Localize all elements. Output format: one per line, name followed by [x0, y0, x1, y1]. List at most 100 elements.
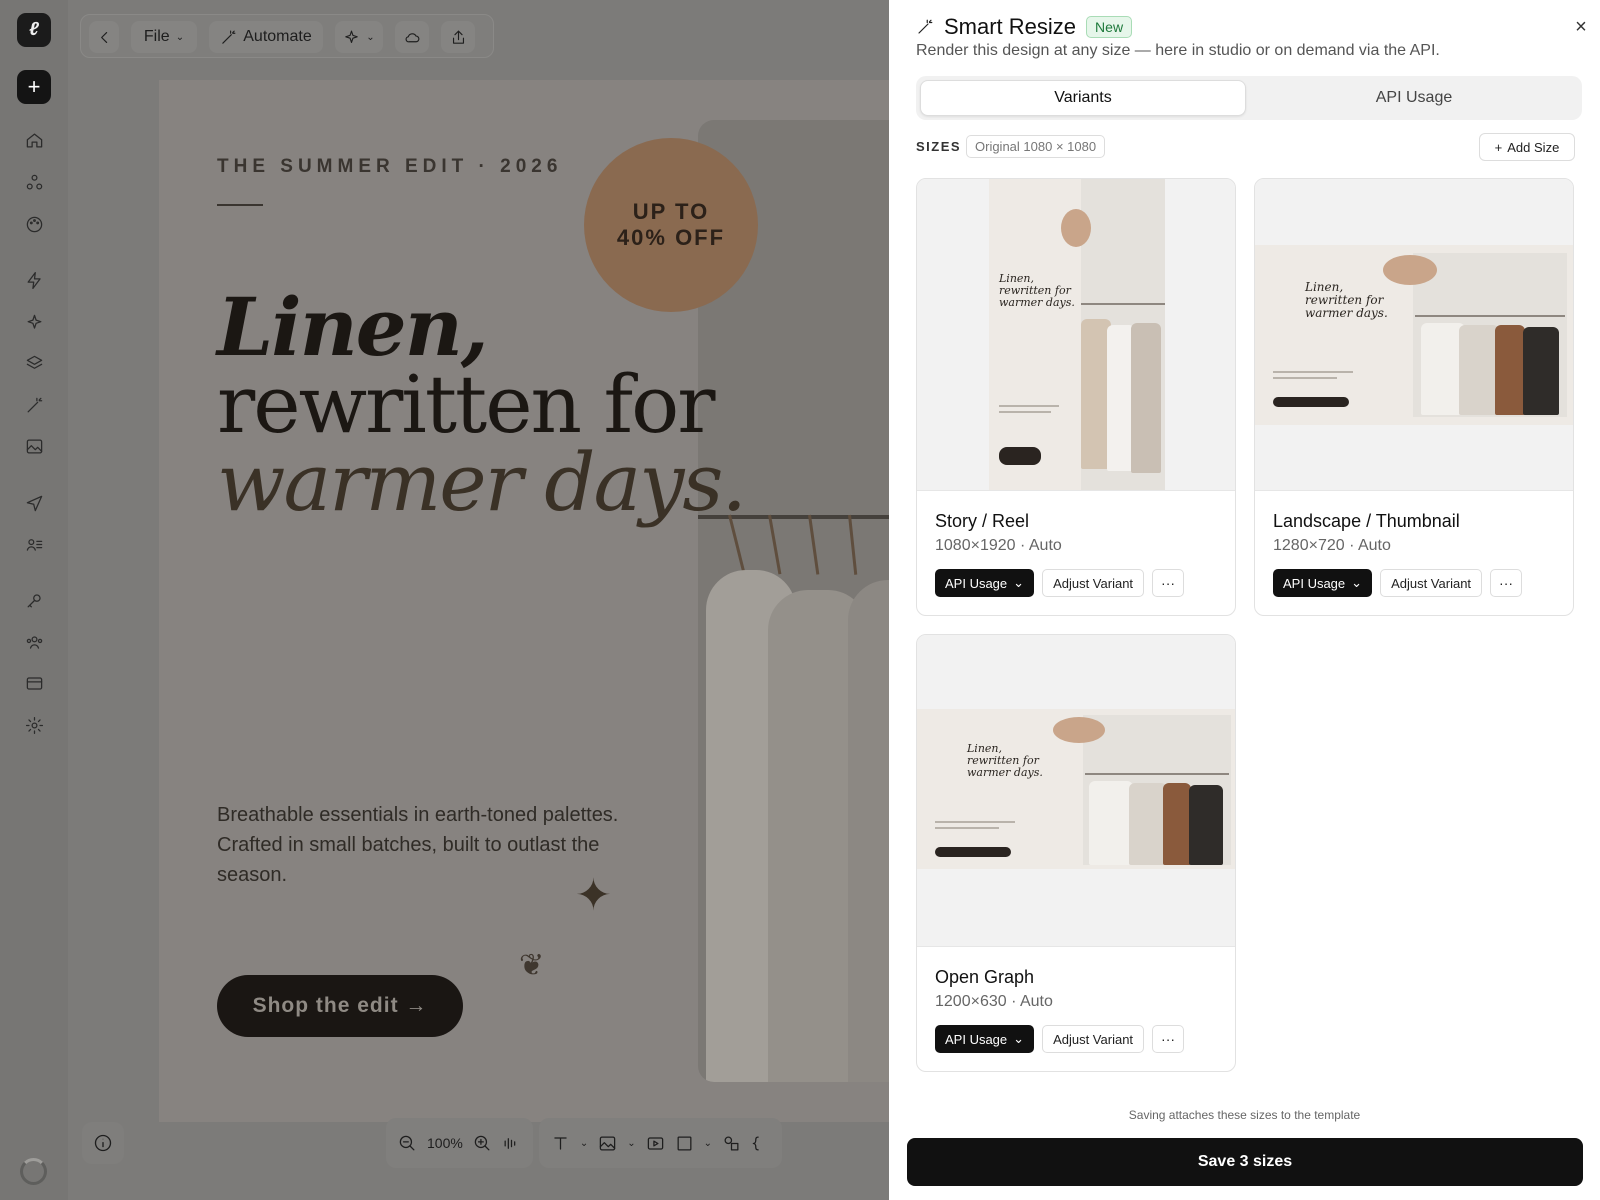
variant-actions: API Usage ⌄ Adjust Variant ··· — [935, 569, 1185, 597]
zoom-in-icon[interactable] — [473, 1134, 492, 1153]
sparkle-icon[interactable] — [22, 310, 46, 334]
preview-garment — [1495, 325, 1525, 415]
palette-icon[interactable] — [22, 212, 46, 236]
insert-tools: ⌄ ⌄ ⌄ — [538, 1118, 782, 1168]
variant-name: Open Graph — [935, 967, 1035, 987]
design-kicker: THE SUMMER EDIT · 2026 — [217, 156, 563, 177]
adjust-variant-button[interactable]: Adjust Variant — [1380, 569, 1483, 597]
add-size-button[interactable]: + Add Size — [1479, 133, 1575, 161]
variant-card-story[interactable]: Linen, rewritten for warmer days. Story / … — [916, 178, 1236, 616]
file-menu-button[interactable]: File ⌄ — [131, 21, 197, 53]
sparkle-decoration-icon: ✦ — [575, 871, 612, 920]
chevron-down-icon[interactable]: ⌄ — [580, 1138, 588, 1149]
api-usage-dropdown[interactable]: API Usage ⌄ — [1273, 569, 1373, 597]
cloud-sync-button[interactable] — [395, 21, 429, 53]
tab-variants[interactable]: Variants — [920, 80, 1246, 116]
home-icon[interactable] — [22, 128, 46, 152]
layers-icon[interactable] — [22, 351, 46, 375]
automate-label: Automate — [243, 28, 312, 45]
api-usage-dropdown[interactable]: API Usage ⌄ — [935, 569, 1035, 597]
save-sizes-button[interactable]: Save 3 sizes — [907, 1138, 1583, 1186]
info-icon — [94, 1134, 112, 1152]
variant-name: Landscape / Thumbnail — [1273, 511, 1460, 531]
more-options-button[interactable]: ··· — [1490, 569, 1523, 597]
settings-icon[interactable] — [22, 713, 46, 737]
loading-spinner-icon — [20, 1158, 47, 1185]
automate-button[interactable]: Automate — [209, 21, 323, 53]
shapes-tool-icon[interactable] — [722, 1134, 741, 1153]
preview-rod — [1415, 315, 1565, 317]
preview-garment — [1459, 325, 1499, 415]
variant-actions: API Usage ⌄ Adjust Variant ··· — [1273, 569, 1523, 597]
zoom-out-icon[interactable] — [398, 1134, 417, 1153]
chevron-down-icon[interactable]: ⌄ — [704, 1138, 712, 1149]
zoom-level[interactable]: 100% — [427, 1135, 463, 1151]
view-tabs: Variants API Usage — [916, 76, 1582, 120]
more-options-button[interactable]: ··· — [1152, 1025, 1185, 1053]
audio-icon[interactable] — [502, 1134, 521, 1153]
headline-line2: rewritten for — [217, 358, 715, 451]
design-body-copy: Breathable essentials in earth-toned pal… — [217, 804, 619, 886]
zoom-controls: 100% — [386, 1118, 533, 1168]
magic-wand-icon[interactable] — [22, 393, 46, 417]
design-canvas[interactable]: THE SUMMER EDIT · 2026 UP TO 40% OFF Lin… — [159, 80, 899, 1122]
preview-garment — [1131, 323, 1161, 473]
image-icon[interactable] — [22, 434, 46, 458]
api-usage-label: API Usage — [1283, 575, 1346, 591]
adjust-variant-button[interactable]: Adjust Variant — [1042, 569, 1145, 597]
send-icon[interactable] — [22, 491, 46, 515]
api-usage-label: API Usage — [945, 1031, 1008, 1047]
key-icon[interactable] — [22, 588, 46, 612]
share-button[interactable] — [441, 21, 475, 53]
components-icon[interactable] — [22, 170, 46, 194]
landscape-preview: Linen, rewritten for warmer days. — [1255, 245, 1573, 425]
file-menu-label: File — [143, 28, 170, 45]
team-icon[interactable] — [22, 630, 46, 654]
drawer-header: Smart Resize New — [916, 14, 1133, 40]
open-graph-preview: Linen, rewritten for warmer days. — [917, 709, 1235, 869]
preview-cta — [1273, 397, 1349, 407]
design-cta-button[interactable]: Shop the edit → — [217, 975, 463, 1037]
chevron-down-icon[interactable]: ⌄ — [627, 1138, 635, 1149]
frame-tool-icon[interactable] — [675, 1134, 694, 1153]
hanger — [808, 514, 820, 575]
video-tool-icon[interactable] — [646, 1134, 665, 1153]
more-options-button[interactable]: ··· — [1152, 569, 1185, 597]
back-button[interactable] — [89, 21, 119, 53]
leaf-decoration-icon: ❦ — [519, 949, 545, 982]
variant-name: Story / Reel — [935, 511, 1030, 531]
save-note: Saving attaches these sizes to the templ… — [1128, 1108, 1361, 1122]
preview-headline: Linen, rewritten for warmer days. — [999, 272, 1075, 310]
sizes-label: SIZES — [916, 139, 962, 154]
create-new-button[interactable]: + — [17, 70, 51, 104]
share-icon — [452, 30, 464, 44]
story-preview: Linen, rewritten for warmer days. — [989, 179, 1165, 490]
ai-menu-button[interactable]: ⌄ — [335, 21, 383, 53]
preview-garment — [1129, 783, 1167, 865]
adjust-variant-button[interactable]: Adjust Variant — [1042, 1025, 1145, 1053]
info-button[interactable] — [82, 1122, 124, 1164]
chevron-down-icon: ⌄ — [366, 31, 375, 43]
variant-dimensions: 1280×720 · Auto — [1273, 537, 1391, 554]
new-badge: New — [1086, 16, 1133, 38]
plus-icon: + — [1494, 139, 1503, 155]
app-logo-icon[interactable]: ℓ — [17, 13, 51, 47]
billing-icon[interactable] — [22, 671, 46, 695]
design-divider — [217, 204, 263, 206]
contacts-icon[interactable] — [22, 532, 46, 556]
variant-card-open-graph[interactable]: Linen, rewritten for warmer days. Open Gra… — [916, 634, 1236, 1072]
lightning-icon[interactable] — [22, 268, 46, 292]
preview-cta — [935, 847, 1011, 857]
preview-line — [1273, 377, 1337, 379]
api-usage-dropdown[interactable]: API Usage ⌄ — [935, 1025, 1035, 1053]
design-headline: Linen, rewritten for warmer days. — [217, 287, 747, 523]
close-icon[interactable]: × — [1570, 16, 1592, 38]
code-tool-icon[interactable] — [751, 1134, 770, 1153]
text-tool-icon[interactable] — [551, 1134, 570, 1153]
image-tool-icon[interactable] — [598, 1134, 617, 1153]
chevron-down-icon: ⌄ — [1013, 1031, 1025, 1046]
variant-card-landscape[interactable]: Linen, rewritten for warmer days. Landscap… — [1254, 178, 1574, 616]
chevron-down-icon: ⌄ — [1013, 575, 1025, 590]
hanger — [768, 514, 782, 575]
tab-api-usage[interactable]: API Usage — [1250, 80, 1578, 116]
